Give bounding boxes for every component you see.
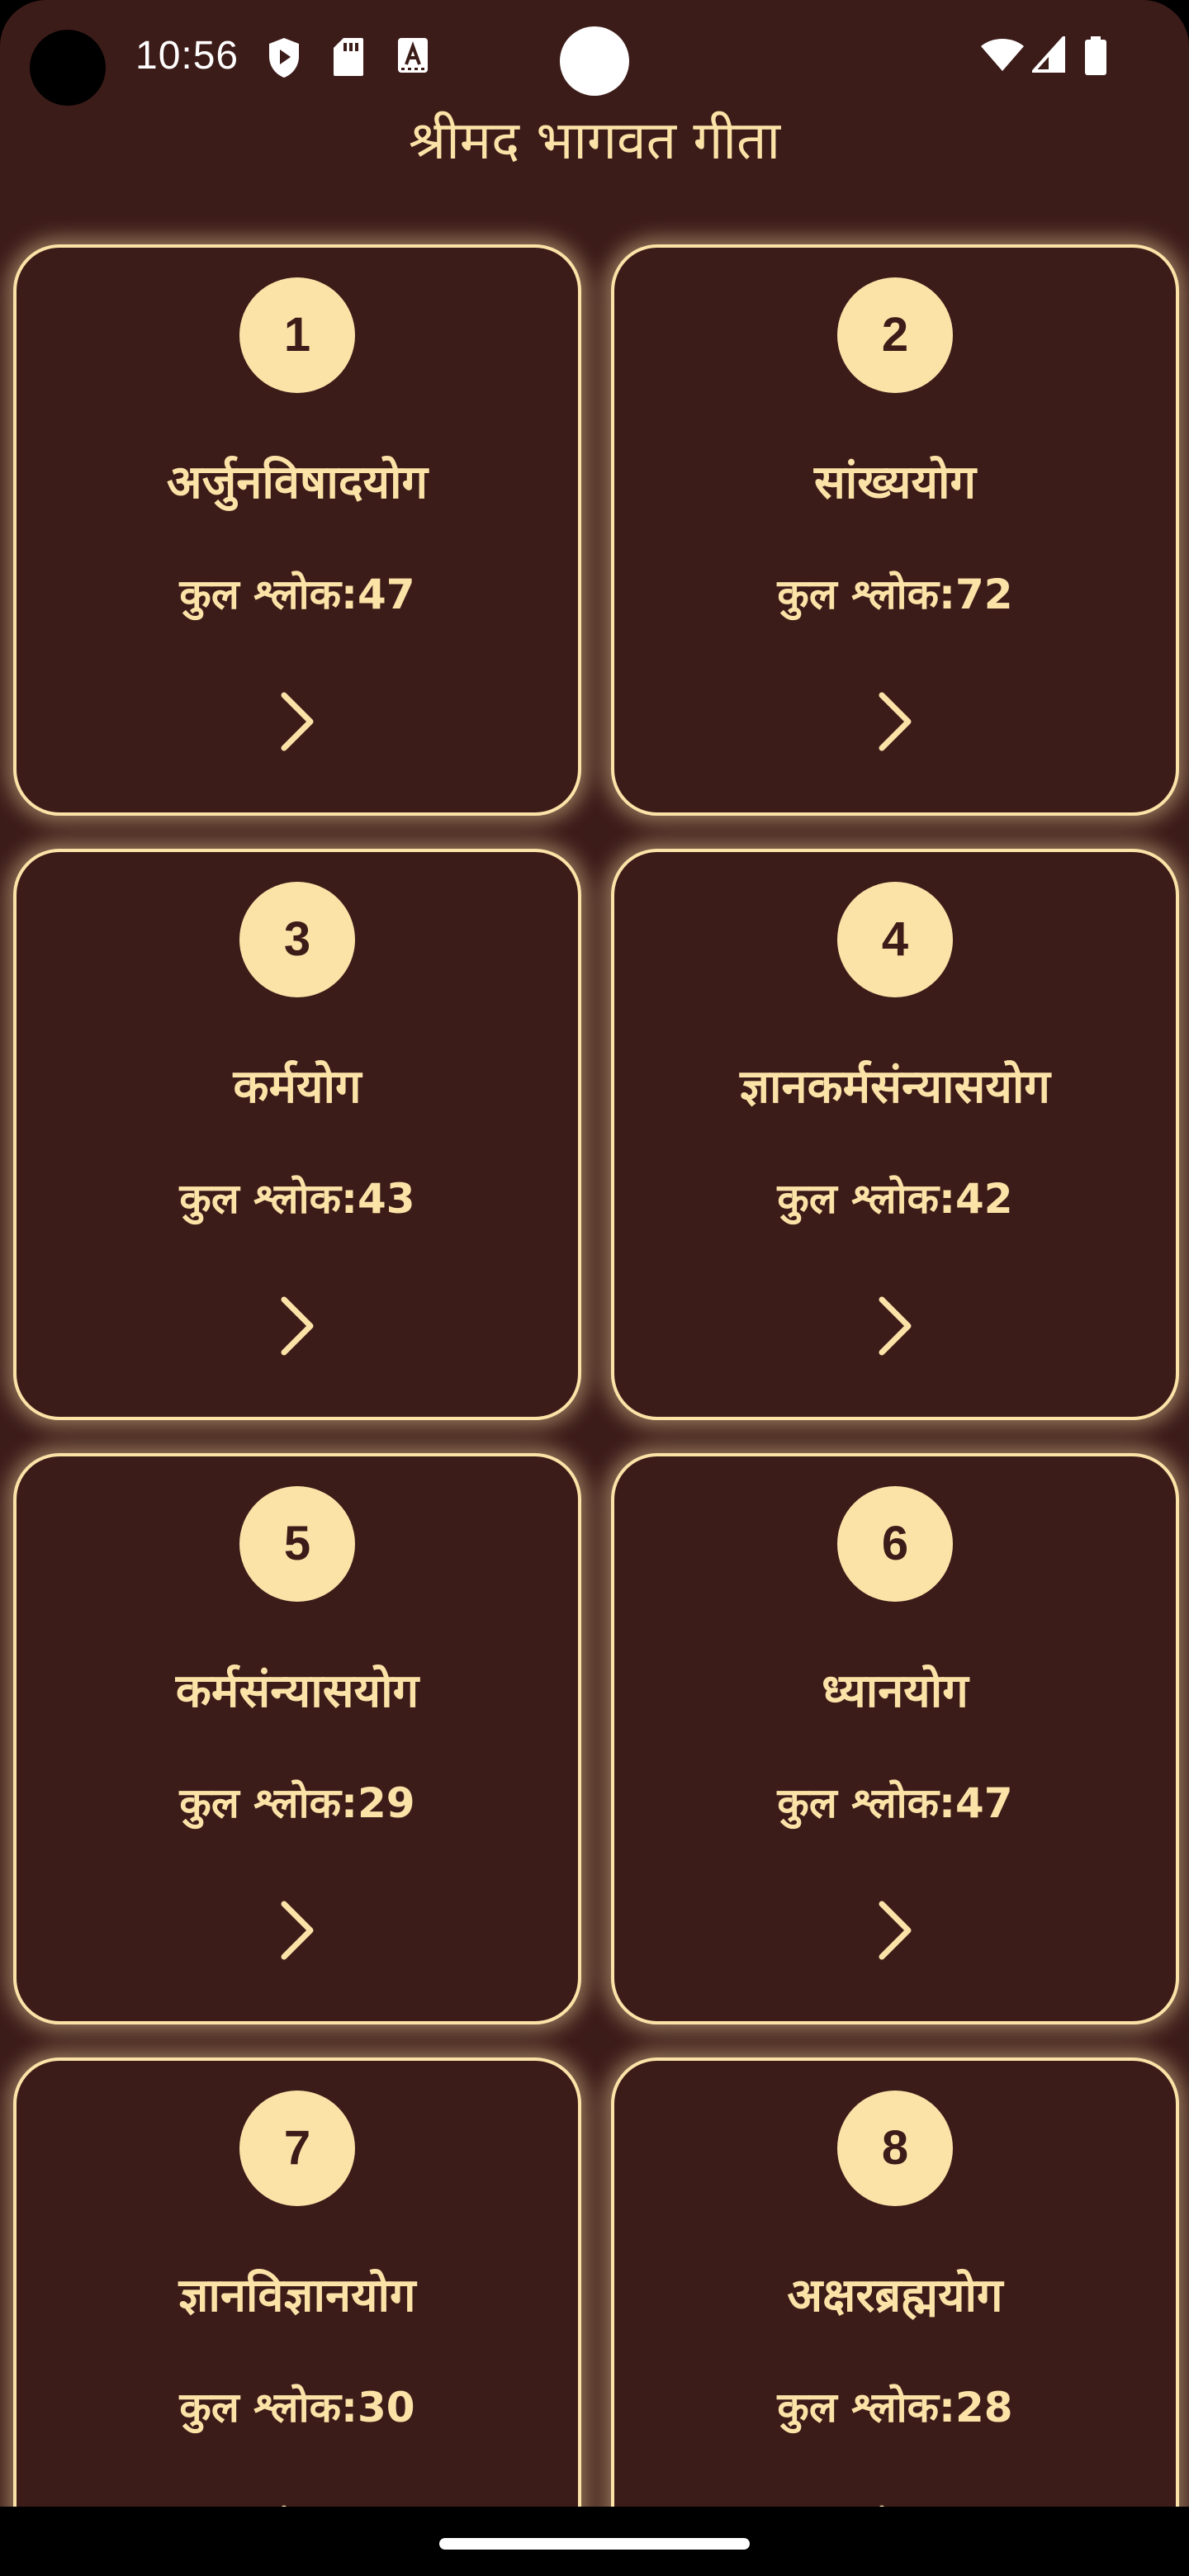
chapter-card-4[interactable]: 4 ज्ञानकर्मसंन्यासयोग कुल श्लोक:42 xyxy=(611,849,1179,1420)
status-clock: 10:56 xyxy=(135,34,239,78)
app-screen: 10:56 श्रीमद भागवत गीता 1 अर्जुनविषादयोग… xyxy=(0,0,1189,2576)
chapter-card-1[interactable]: 1 अर्जुनविषादयोग कुल श्लोक:47 xyxy=(13,244,581,816)
chapter-number-badge: 8 xyxy=(837,2091,953,2206)
chapter-number-badge: 2 xyxy=(837,277,953,393)
sd-card-icon xyxy=(334,38,363,76)
verse-count: कुल श्लोक:42 xyxy=(777,1175,1013,1223)
verse-count: कुल श्लोक:72 xyxy=(777,571,1013,618)
chapter-name: ज्ञानकर्मसंन्यासयोग xyxy=(740,1060,1050,1114)
shield-play-icon xyxy=(269,38,299,78)
chevron-right-icon[interactable] xyxy=(269,689,325,755)
chapter-name: कर्मसंन्यासयोग xyxy=(175,1664,419,1718)
chapter-number-badge: 7 xyxy=(239,2091,355,2206)
chapter-card-3[interactable]: 3 कर्मयोग कुल श्लोक:43 xyxy=(13,849,581,1420)
chapter-number-badge: 1 xyxy=(239,277,355,393)
camera-cutout xyxy=(30,30,106,106)
chapter-card-5[interactable]: 5 कर्मसंन्यासयोग कुल श्लोक:29 xyxy=(13,1453,581,2024)
battery-icon xyxy=(1085,36,1106,75)
chevron-right-icon[interactable] xyxy=(867,1293,923,1359)
chapter-name: अर्जुनविषादयोग xyxy=(166,456,429,509)
font-a-icon xyxy=(398,38,428,73)
home-gesture-handle[interactable] xyxy=(439,2538,750,2550)
page-title: श्रीमद भागवत गीता xyxy=(408,111,781,172)
chapter-number-badge: 5 xyxy=(239,1486,355,1602)
chapter-card-7[interactable]: 7 ज्ञानविज्ञानयोग कुल श्लोक:30 xyxy=(13,2057,581,2576)
chapter-grid: 1 अर्जुनविषादयोग कुल श्लोक:47 2 सांख्ययो… xyxy=(13,244,1179,2576)
chapter-name: ध्यानयोग xyxy=(822,1664,969,1718)
cell-signal-icon xyxy=(1032,36,1065,73)
chapter-name: सांख्ययोग xyxy=(813,456,977,509)
chapter-name: ज्ञानविज्ञानयोग xyxy=(178,2269,416,2323)
navigation-bar xyxy=(0,2507,1189,2576)
chapter-number-badge: 6 xyxy=(837,1486,953,1602)
verse-count: कुल श्लोक:28 xyxy=(777,2384,1013,2432)
chapter-number-badge: 3 xyxy=(239,882,355,997)
chapter-card-6[interactable]: 6 ध्यानयोग कुल श्लोक:47 xyxy=(611,1453,1179,2024)
chevron-right-icon[interactable] xyxy=(867,689,923,755)
chapter-name: अक्षरब्रह्मयोग xyxy=(787,2269,1003,2323)
chapter-card-8[interactable]: 8 अक्षरब्रह्मयोग कुल श्लोक:28 xyxy=(611,2057,1179,2576)
status-bar: 10:56 xyxy=(0,0,1189,116)
chapter-card-2[interactable]: 2 सांख्ययोग कुल श्लोक:72 xyxy=(611,244,1179,816)
verse-count: कुल श्लोक:47 xyxy=(777,1779,1013,1827)
chapter-name: कर्मयोग xyxy=(233,1060,362,1114)
chapter-number-badge: 4 xyxy=(837,882,953,997)
front-camera xyxy=(560,26,629,96)
verse-count: कुल श्लोक:47 xyxy=(179,571,415,618)
verse-count: कुल श्लोक:30 xyxy=(179,2384,415,2432)
verse-count: कुल श्लोक:29 xyxy=(179,1779,415,1827)
verse-count: कुल श्लोक:43 xyxy=(179,1175,415,1223)
chevron-right-icon[interactable] xyxy=(269,1897,325,1963)
chevron-right-icon[interactable] xyxy=(867,1897,923,1963)
chevron-right-icon[interactable] xyxy=(269,1293,325,1359)
wifi-icon xyxy=(981,39,1024,71)
